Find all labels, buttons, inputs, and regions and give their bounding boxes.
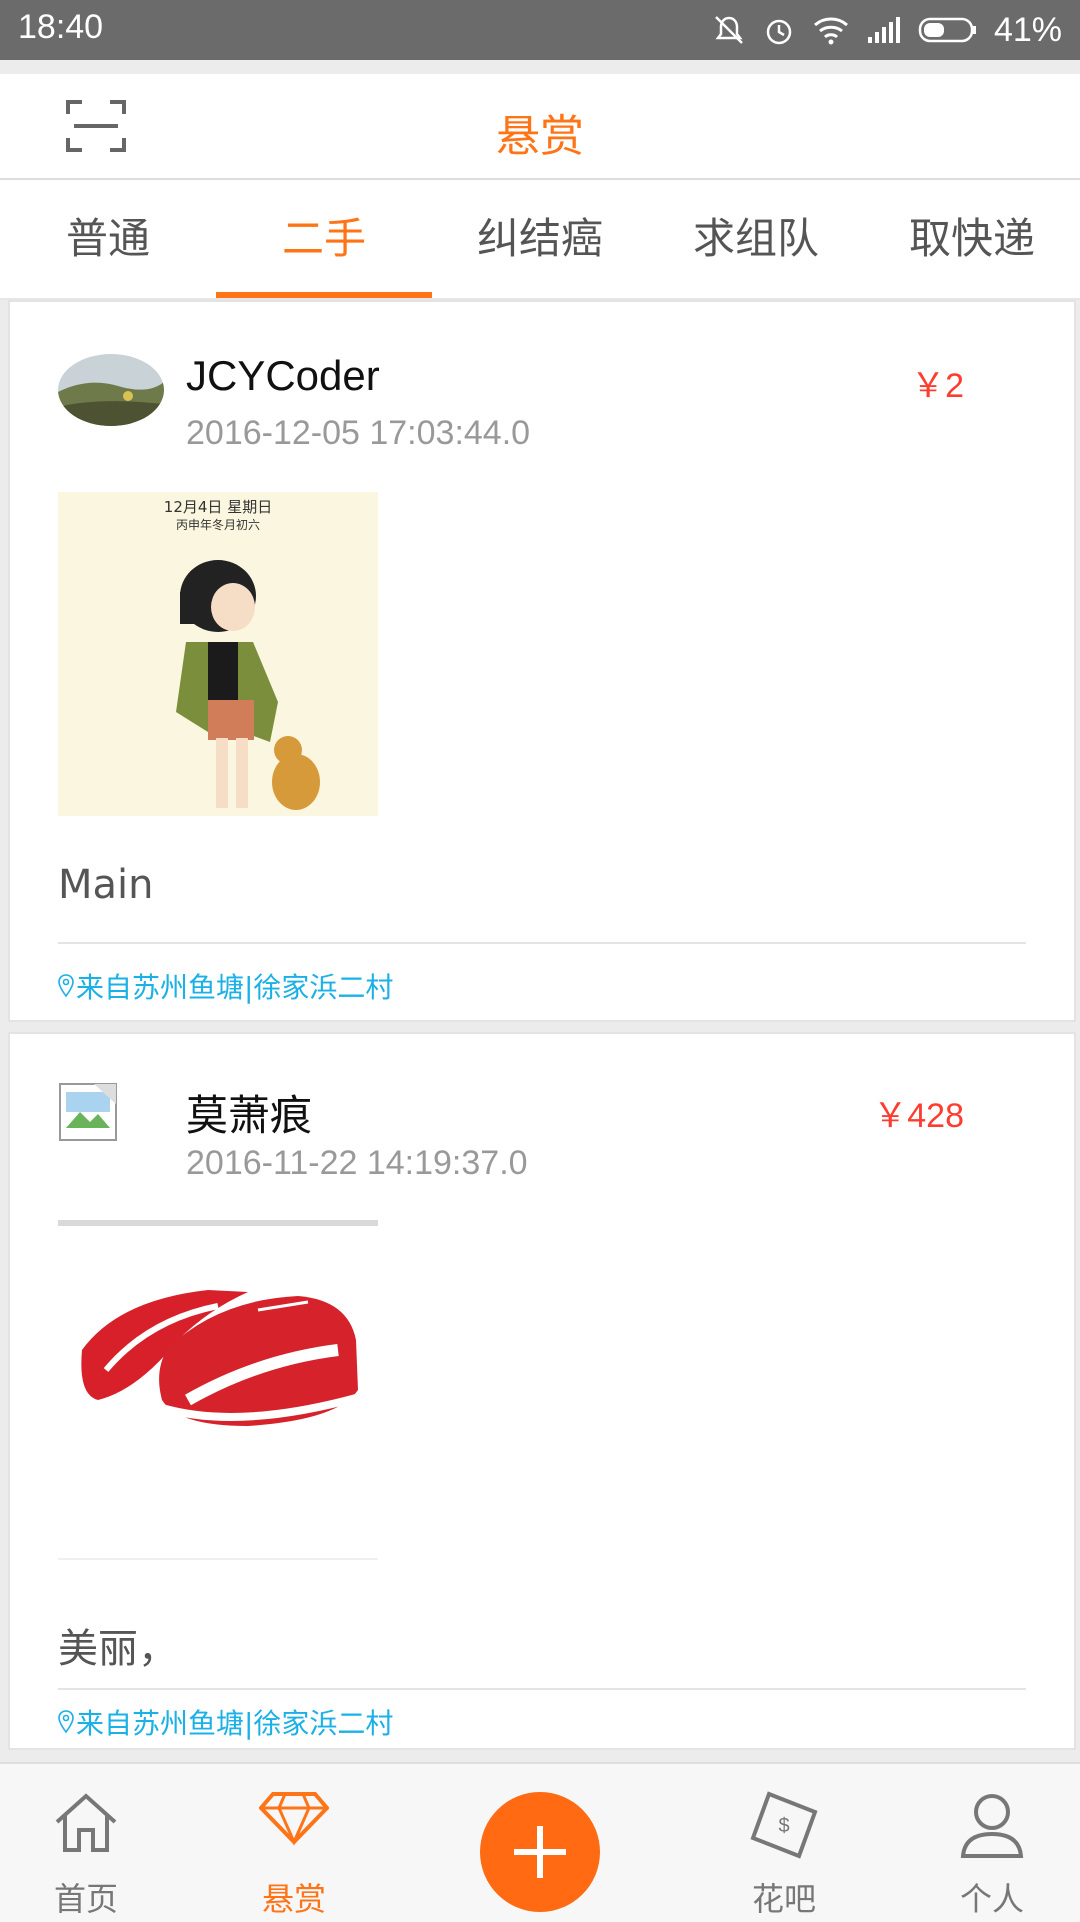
status-time: 18:40	[18, 8, 104, 46]
wifi-icon	[813, 17, 848, 45]
image-caption-date: 12月4日 星期日	[163, 498, 273, 516]
tab-normal[interactable]: 普通	[0, 180, 216, 298]
page-title: 悬赏	[496, 111, 584, 162]
nav-label: 悬赏	[261, 1880, 326, 1918]
svg-text:$: $	[778, 1815, 789, 1837]
post-image[interactable]: 12月4日 星期日 丙申年冬月初六	[58, 492, 378, 816]
nav-bounty[interactable]: 悬赏	[224, 1764, 364, 1922]
post-location[interactable]: 来自苏州鱼塘|徐家浜二村	[58, 1702, 393, 1742]
money-icon: $	[750, 1791, 818, 1859]
battery-icon	[918, 17, 976, 43]
avatar[interactable]	[58, 352, 164, 428]
divider	[58, 942, 1026, 944]
divider	[58, 1688, 1026, 1690]
add-post-button[interactable]	[480, 1792, 600, 1912]
post-description: Main	[58, 862, 154, 908]
plus-icon	[514, 1826, 566, 1878]
broken-image-avatar-icon[interactable]	[58, 1082, 118, 1142]
post-author: 莫萧痕	[186, 1092, 313, 1139]
post-author: JCYCoder	[186, 352, 380, 399]
post-location[interactable]: 来自苏州鱼塘|徐家浜二村	[58, 966, 393, 1006]
status-icons: 41%	[712, 6, 1062, 54]
post-image[interactable]	[58, 1230, 378, 1560]
image-caption-lunar: 丙申年冬月初六	[175, 518, 260, 532]
nav-label: 首页	[53, 1880, 118, 1918]
location-text: 来自苏州鱼塘|徐家浜二村	[76, 971, 394, 1004]
image-top-border	[58, 1220, 378, 1226]
post-price: ￥2	[911, 367, 964, 405]
status-bar: 18:40 41%	[0, 0, 1080, 60]
location-pin-icon	[58, 974, 74, 998]
app-header: 悬赏	[0, 74, 1080, 180]
person-icon	[960, 1794, 1024, 1858]
home-icon	[55, 1793, 117, 1852]
post-card[interactable]: JCYCoder 2016-12-05 17:03:44.0 ￥2 12月4日 …	[8, 300, 1076, 1022]
location-pin-icon	[58, 1710, 74, 1734]
post-description: 美丽，	[58, 1626, 178, 1672]
tab-delivery[interactable]: 取快递	[864, 180, 1080, 298]
nav-profile[interactable]: 个人	[922, 1764, 1062, 1922]
tab-dilemma[interactable]: 纠结癌	[432, 180, 648, 298]
battery-percent: 41%	[993, 10, 1062, 49]
image-bottom-border	[58, 1558, 378, 1560]
tab-team[interactable]: 求组队	[648, 180, 864, 298]
tab-secondhand[interactable]: 二手	[216, 180, 432, 298]
category-tabs: 普通 二手 纠结癌 求组队 取快递	[0, 180, 1080, 300]
post-date: 2016-12-05 17:03:44.0	[186, 414, 531, 452]
signal-icon	[867, 17, 900, 43]
post-price: ￥428	[873, 1097, 964, 1135]
nav-home[interactable]: 首页	[16, 1764, 156, 1922]
diamond-icon	[259, 1792, 329, 1846]
nav-huaba[interactable]: $ 花吧	[714, 1764, 854, 1922]
post-date: 2016-11-22 14:19:37.0	[186, 1144, 528, 1182]
alarm-icon	[766, 19, 792, 45]
illustration-girl	[58, 492, 378, 816]
mute-icon	[715, 16, 743, 44]
bottom-nav: 首页 悬赏 $ 花吧 个人	[0, 1762, 1080, 1922]
nav-label: 花吧	[751, 1880, 816, 1918]
nav-label: 个人	[959, 1880, 1024, 1918]
location-text: 来自苏州鱼塘|徐家浜二村	[76, 1707, 394, 1740]
post-card[interactable]: 莫萧痕 2016-11-22 14:19:37.0 ￥428 美丽， 来自苏州鱼…	[8, 1032, 1076, 1750]
